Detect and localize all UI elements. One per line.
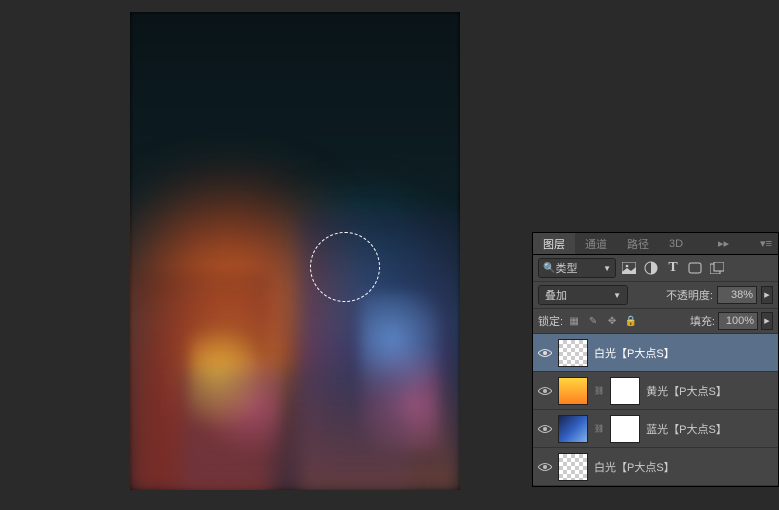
layer-name[interactable]: 蓝光【P大点S】: [646, 421, 727, 437]
layer-name[interactable]: 白光【P大点S】: [594, 345, 675, 361]
tab-3d[interactable]: 3D: [659, 233, 693, 254]
blend-row: 叠加 ▼ 不透明度: 38% ▶: [533, 282, 778, 309]
opacity-flyout-icon[interactable]: ▶: [761, 286, 773, 304]
layer-mask-thumbnail[interactable]: [610, 377, 640, 405]
layers-list: 白光【P大点S】 ⛓ 黄光【P大点S】 ⛓ 蓝光【P大点S】 白光【P大点S】: [533, 334, 778, 486]
fill-label: 填充:: [690, 313, 715, 329]
layer-thumbnail[interactable]: [558, 339, 588, 367]
layer-name[interactable]: 黄光【P大点S】: [646, 383, 727, 399]
opacity-input[interactable]: 38%: [717, 286, 757, 304]
filter-type-icon[interactable]: T: [664, 259, 682, 277]
tab-channels[interactable]: 通道: [575, 233, 617, 254]
filter-label: 类型: [555, 260, 577, 276]
filter-adjust-icon[interactable]: [642, 259, 660, 277]
layer-row[interactable]: 白光【P大点S】: [533, 334, 778, 372]
lock-transparent-icon[interactable]: ▦: [566, 313, 582, 329]
chevron-down-icon: ▼: [613, 291, 621, 300]
filter-smart-icon[interactable]: [708, 259, 726, 277]
blend-mode-value: 叠加: [545, 287, 567, 303]
fill-input[interactable]: 100%: [718, 312, 758, 330]
layer-thumbnail[interactable]: [558, 377, 588, 405]
marquee-selection[interactable]: [310, 232, 380, 302]
visibility-toggle[interactable]: [538, 346, 552, 360]
layer-thumbnail[interactable]: [558, 415, 588, 443]
visibility-toggle[interactable]: [538, 460, 552, 474]
opacity-label: 不透明度:: [666, 287, 713, 303]
panel-menu-icon[interactable]: ▸▸: [712, 237, 735, 250]
filter-shape-icon[interactable]: [686, 259, 704, 277]
panel-tabs: 图层 通道 路径 3D ▸▸ ▾≡: [533, 233, 778, 255]
link-icon: ⛓: [594, 424, 604, 433]
layer-mask-thumbnail[interactable]: [610, 415, 640, 443]
visibility-toggle[interactable]: [538, 422, 552, 436]
document-canvas[interactable]: [130, 12, 460, 490]
layer-row[interactable]: ⛓ 蓝光【P大点S】: [533, 410, 778, 448]
lock-all-icon[interactable]: 🔒: [623, 313, 639, 329]
panel-options-icon[interactable]: ▾≡: [754, 237, 778, 250]
lock-label: 锁定:: [538, 313, 563, 329]
layer-row[interactable]: ⛓ 黄光【P大点S】: [533, 372, 778, 410]
filter-type-dropdown[interactable]: 🔍 类型 ▼: [538, 258, 616, 278]
chevron-down-icon: ▼: [603, 264, 611, 273]
layer-row[interactable]: 白光【P大点S】: [533, 448, 778, 486]
lock-pixels-icon[interactable]: ✎: [585, 313, 601, 329]
layer-thumbnail[interactable]: [558, 453, 588, 481]
lock-row: 锁定: ▦ ✎ ✥ 🔒 填充: 100% ▶: [533, 309, 778, 334]
layer-name[interactable]: 白光【P大点S】: [594, 459, 675, 475]
filter-pixel-icon[interactable]: [620, 259, 638, 277]
blend-mode-dropdown[interactable]: 叠加 ▼: [538, 285, 628, 305]
image-content: [130, 12, 460, 490]
filter-toolbar: 🔍 类型 ▼ T: [533, 255, 778, 282]
visibility-toggle[interactable]: [538, 384, 552, 398]
layers-panel: 图层 通道 路径 3D ▸▸ ▾≡ 🔍 类型 ▼ T 叠加 ▼ 不透明度: 38…: [532, 232, 779, 487]
fill-flyout-icon[interactable]: ▶: [761, 312, 773, 330]
search-icon: 🔍: [543, 263, 555, 274]
link-icon: ⛓: [594, 386, 604, 395]
tab-layers[interactable]: 图层: [533, 233, 575, 254]
tab-paths[interactable]: 路径: [617, 233, 659, 254]
lock-position-icon[interactable]: ✥: [604, 313, 620, 329]
